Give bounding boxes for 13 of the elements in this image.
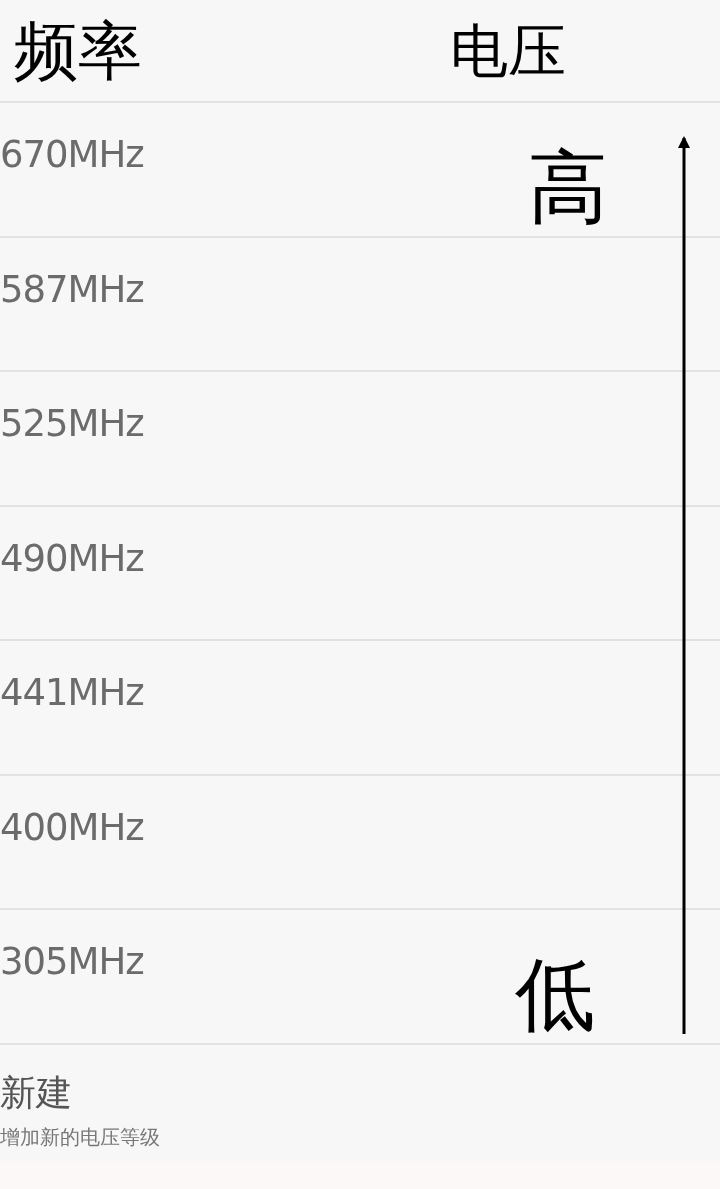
new-item-title[interactable]: 新建 [0, 1068, 720, 1118]
frequency-item[interactable]: 525MHz [0, 402, 144, 445]
frequency-item[interactable]: 305MHz [0, 940, 144, 983]
new-item-subtitle: 增加新的电压等级 [0, 1123, 161, 1151]
annotation-label: 低 [515, 955, 595, 1035]
frequency-item[interactable]: 490MHz [0, 536, 144, 580]
annotation-label: 高 [528, 148, 608, 228]
frequency-item[interactable]: 441MHz [0, 671, 144, 714]
column-header: 电压 [450, 21, 566, 80]
frequency-item[interactable]: 400MHz [0, 805, 144, 849]
frequency-item[interactable]: 670MHz [0, 133, 144, 176]
frequency-item[interactable]: 587MHz [0, 267, 144, 311]
column-header: 频率 [14, 18, 143, 83]
